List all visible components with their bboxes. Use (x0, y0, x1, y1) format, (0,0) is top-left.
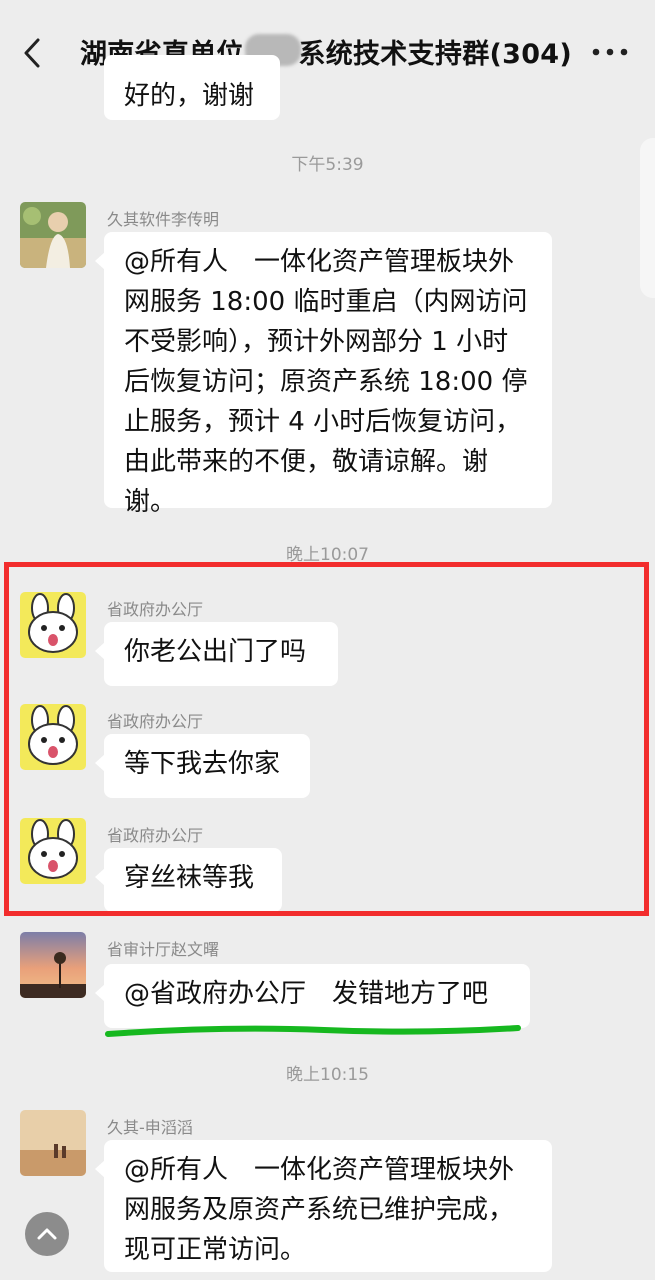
scroll-handle[interactable] (640, 138, 655, 298)
partial-message-text: 好的，谢谢 (124, 81, 255, 111)
message-text: @所有人 一体化资产管理板块外网服务 18:00 临时重启（内网访问不受影响），… (124, 247, 528, 517)
highlight-box (4, 562, 649, 916)
timestamp: 晚上10:15 (286, 1065, 369, 1085)
message-bubble[interactable]: @所有人 一体化资产管理板块外网服务及原资产系统已维护完成，现可正常访问。 (95, 1140, 552, 1272)
back-arrow-icon[interactable] (18, 36, 48, 70)
message-text: @所有人 一体化资产管理板块外网服务及原资产系统已维护完成，现可正常访问。 (124, 1155, 515, 1265)
avatar[interactable] (20, 1110, 86, 1176)
more-options-icon[interactable] (592, 47, 628, 57)
message-text: @省政府办公厅 发错地方了吧 (124, 979, 489, 1009)
sender-name: 省审计厅赵文曙 (107, 940, 220, 959)
avatar[interactable] (20, 932, 86, 998)
chat-header: 湖南省直单位 系统技术支持群(304) (0, 0, 655, 100)
scroll-to-top-button[interactable] (25, 1212, 69, 1256)
avatar[interactable] (20, 202, 86, 268)
green-underline-mark (105, 1025, 521, 1037)
chevron-up-icon (37, 1228, 57, 1240)
timestamp: 下午5:39 (291, 155, 364, 175)
partial-message-bubble: 好的，谢谢 (104, 55, 280, 120)
message-bubble[interactable]: @所有人 一体化资产管理板块外网服务 18:00 临时重启（内网访问不受影响），… (95, 232, 552, 517)
sender-name: 久其软件李传明 (107, 210, 220, 229)
sender-name: 久其-申滔滔 (107, 1118, 193, 1137)
